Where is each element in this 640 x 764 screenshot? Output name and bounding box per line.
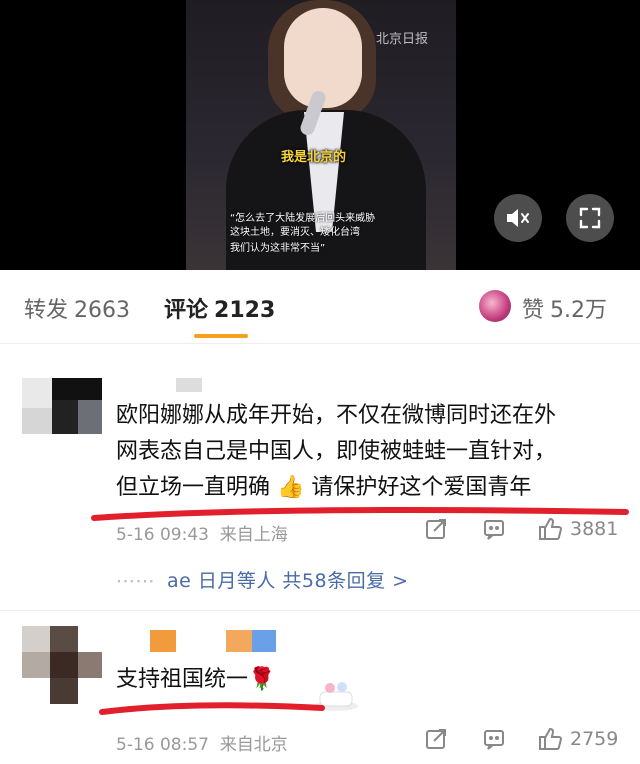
divider <box>0 343 640 344</box>
dots-icon: ⋯⋯ <box>116 570 155 592</box>
comment-text-line: 网表态自己是中国人，即使被蛙蛙一直针对， <box>116 439 557 464</box>
tab-repost[interactable]: 转发 2663 <box>24 292 130 324</box>
like-button[interactable] <box>536 726 564 752</box>
like-count: 3881 <box>570 518 619 540</box>
comment-time: 5-16 09:43 <box>116 525 209 545</box>
comment-text: 欧阳娜娜从成年开始，不仅在微博同时还在外 网表态自己是中国人，即使被蛙蛙一直针对… <box>116 398 626 506</box>
avatar-blur-block <box>22 652 50 678</box>
video-frame: 北京日报 我是北京的 “怎么去了大陆发展后回头来威胁 这块土地，要消灭、矮化台湾… <box>186 0 456 270</box>
thumbs-up-icon <box>539 517 563 540</box>
comment-time: 5-16 08:57 <box>116 735 209 755</box>
reply-button[interactable] <box>480 516 508 542</box>
username-blurred[interactable] <box>150 630 176 652</box>
avatar-blur-block <box>50 652 78 678</box>
share-button[interactable] <box>422 726 450 752</box>
video-subtitle-line: 这块土地，要消灭、矮化台湾 <box>230 227 360 238</box>
tab-comments-label: 评论 <box>164 298 209 323</box>
thumbs-up-icon <box>539 727 563 750</box>
username-blurred[interactable] <box>252 630 276 652</box>
username-blurred[interactable] <box>226 630 252 652</box>
video-player[interactable]: 北京日报 我是北京的 “怎么去了大陆发展后回头来威胁 这块土地，要消灭、矮化台湾… <box>0 0 640 270</box>
comment-text: 支持祖国统一🌹 <box>116 662 626 698</box>
speaker-muted-icon <box>507 209 529 227</box>
video-subtitle-line: “怎么去了大陆发展后回头来威胁 <box>230 213 376 224</box>
avatar-blur-block <box>52 378 102 400</box>
comment-text-segment: 请保护好这个爱国青年 <box>311 475 532 500</box>
video-watermark: 北京日报 <box>376 32 429 47</box>
comment-text-segment: 支持祖国统一 <box>116 667 249 692</box>
mute-button[interactable] <box>494 194 542 242</box>
username-blurred[interactable] <box>176 378 202 392</box>
tab-repost-label: 转发 <box>24 298 69 323</box>
avatar-blur-block <box>52 400 78 434</box>
avatar[interactable] <box>22 626 102 704</box>
fullscreen-button[interactable] <box>566 194 614 242</box>
avatar-blur-block <box>78 652 102 678</box>
video-subtitle-line: 我们认为这非常不当” <box>230 243 326 254</box>
tab-bar: 转发 2663 评论 2123 赞 5.2万 <box>0 270 640 344</box>
comment-actions: 2759 <box>422 726 618 752</box>
reply-summary: ae 日月等人 共58条回复 > <box>167 570 409 592</box>
comment-actions: 3881 <box>422 516 618 542</box>
tab-likes-count: 5.2万 <box>550 298 608 323</box>
fullscreen-icon <box>579 207 601 229</box>
avatar-blur-block <box>22 378 52 408</box>
liker-avatar <box>479 290 511 322</box>
comment-location: 来自北京 <box>219 735 288 755</box>
like-button[interactable] <box>536 516 564 542</box>
divider <box>0 610 640 611</box>
video-highlight-caption: 我是北京的 <box>281 150 347 165</box>
avatar[interactable] <box>22 378 102 436</box>
red-underline-annotation <box>99 702 325 715</box>
avatar-blur-block <box>22 408 52 434</box>
avatar-blur-block <box>78 400 102 434</box>
comment-icon <box>484 730 504 750</box>
avatar-blur-block <box>22 626 50 652</box>
tab-likes[interactable]: 赞 5.2万 <box>522 292 607 324</box>
tab-repost-count: 2663 <box>74 298 131 323</box>
share-icon <box>426 729 446 749</box>
comment-location: 来自上海 <box>219 525 288 545</box>
comment-meta: 5-16 09:43 来自上海 <box>116 520 288 545</box>
active-tab-indicator <box>194 334 248 338</box>
share-button[interactable] <box>422 516 450 542</box>
comment-meta: 5-16 08:57 来自北京 <box>116 730 288 755</box>
like-count: 2759 <box>570 728 619 750</box>
comment-icon <box>484 520 504 540</box>
tab-comments[interactable]: 评论 2123 <box>164 292 275 324</box>
view-replies-link[interactable]: ⋯⋯ ae 日月等人 共58条回复 > <box>116 566 409 593</box>
tab-likes-label: 赞 <box>522 298 545 323</box>
share-icon <box>426 519 446 539</box>
comment-text-line: 欧阳娜娜从成年开始，不仅在微博同时还在外 <box>116 403 557 428</box>
reply-button[interactable] <box>480 726 508 752</box>
rose-emoji: 🌹 <box>248 667 276 692</box>
comment-text-segment: 但立场一直明确 <box>116 475 271 500</box>
thumbs-up-emoji: 👍 <box>277 475 305 500</box>
tab-comments-count: 2123 <box>214 298 276 323</box>
avatar-blur-block <box>50 678 78 704</box>
avatar-blur-block <box>50 626 78 652</box>
